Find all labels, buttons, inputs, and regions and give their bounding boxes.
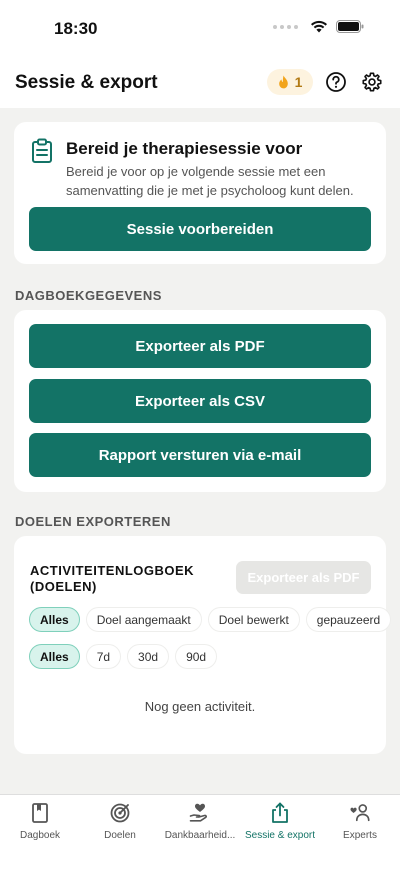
tab-label: Doelen [104, 830, 136, 841]
export-pdf-button[interactable]: Exporteer als PDF [29, 324, 371, 368]
export-csv-button[interactable]: Exporteer als CSV [29, 379, 371, 423]
period-filter-row: Alles 7d 30d 90d [29, 644, 218, 669]
streak-count: 1 [294, 74, 303, 90]
period-chip-all[interactable]: Alles [29, 644, 80, 669]
tab-experts[interactable]: Experts [320, 795, 400, 855]
tab-doelen[interactable]: Doelen [80, 795, 160, 855]
status-bar: 18:30 [0, 0, 400, 58]
goals-export-card: ACTIVITEITENLOGBOEK (DOELEN) Exporteer a… [14, 536, 392, 754]
clipboard-icon [32, 138, 52, 163]
tab-label: Sessie & export [244, 830, 316, 841]
filter-chip-all[interactable]: Alles [29, 607, 80, 632]
app-header: Sessie & export 1 [0, 58, 400, 108]
tab-dagboek[interactable]: Dagboek [0, 795, 80, 855]
empty-activity-text: Nog geen activiteit. [144, 699, 256, 714]
prepare-session-button[interactable]: Sessie voorbereiden [29, 207, 371, 251]
share-icon [272, 802, 288, 823]
activity-log-title: ACTIVITEITENLOGBOEK (DOELEN) [30, 563, 195, 594]
tab-bar: Dagboek Doelen Dankbaarheid... Sessie & … [0, 794, 400, 869]
period-chip-7d[interactable]: 7d [85, 644, 122, 669]
signal-icon [273, 24, 298, 29]
diary-export-card: Exporteer als PDF Exporteer als CSV Rapp… [14, 310, 386, 492]
page-title: Sessie & export [15, 72, 158, 93]
heart-hand-icon [189, 803, 207, 822]
goals-export-pdf-button[interactable]: Exporteer als PDF [236, 561, 371, 594]
tab-label: Experts [343, 830, 377, 841]
filter-chip-paused[interactable]: gepauzeerd [305, 607, 392, 632]
period-chip-90d[interactable]: 90d [175, 644, 218, 669]
type-filter-row: Alles Doel aangemaakt Doel bewerkt gepau… [29, 607, 392, 632]
streak-badge[interactable]: 1 [267, 69, 313, 95]
tab-sessie-export[interactable]: Sessie & export [240, 795, 320, 855]
tab-label: Dagboek [19, 830, 61, 841]
email-report-button[interactable]: Rapport versturen via e-mail [29, 433, 371, 477]
wifi-icon [311, 20, 327, 33]
goals-section-label: DOELEN EXPORTEREN [15, 514, 171, 529]
filter-chip-goal-created[interactable]: Doel aangemaakt [85, 607, 202, 632]
session-title: Bereid je therapiesessie voor [66, 139, 303, 158]
filter-chip-goal-edited[interactable]: Doel bewerkt [207, 607, 300, 632]
status-icons [273, 20, 364, 33]
session-card: Bereid je therapiesessie voor Bereid je … [14, 122, 386, 264]
gear-icon[interactable] [361, 71, 383, 93]
flame-icon [278, 75, 288, 89]
target-icon [110, 803, 130, 823]
book-icon [32, 803, 48, 823]
tab-label: Dankbaarheid... [164, 830, 236, 841]
people-icon [350, 804, 370, 822]
help-icon[interactable] [325, 71, 347, 93]
session-description: Bereid je voor op je volgende sessie met… [66, 164, 354, 198]
period-chip-30d[interactable]: 30d [127, 644, 170, 669]
status-time: 18:30 [54, 19, 98, 38]
diary-section-label: DAGBOEKGEGEVENS [15, 288, 162, 303]
battery-icon [336, 20, 364, 33]
tab-dankbaarheid[interactable]: Dankbaarheid... [160, 795, 240, 855]
